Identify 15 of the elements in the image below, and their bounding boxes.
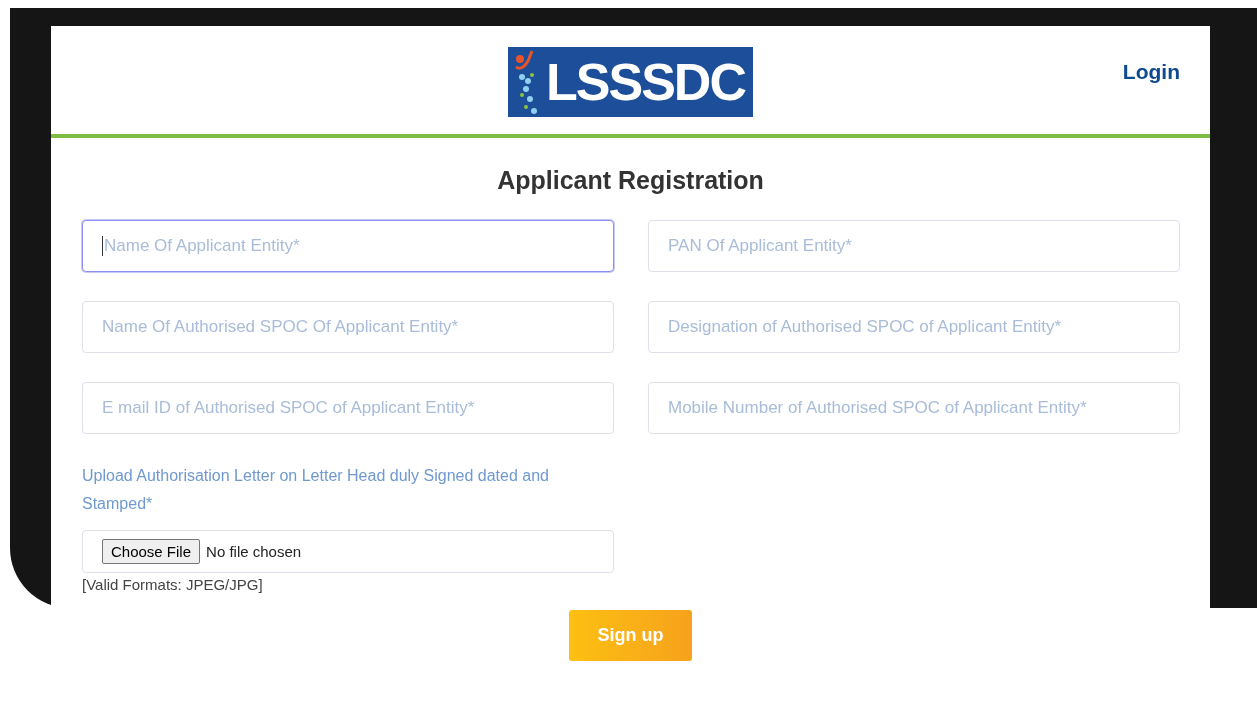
choose-file-button[interactable]: Choose File: [102, 539, 201, 564]
form-title: Applicant Registration: [496, 166, 765, 195]
input-field[interactable]: Designation of Authorised SPOC of Applicant Entity*: [648, 301, 1180, 353]
file-status: No file chosen: [206, 543, 302, 560]
login-link[interactable]: Login: [1122, 60, 1180, 84]
input-field[interactable]: PAN Of Applicant Entity*: [648, 220, 1180, 272]
input-field[interactable]: E mail ID of Authorised SPOC of Applicant Entity*: [82, 382, 614, 434]
sign-up-button[interactable]: Sign up: [569, 610, 692, 661]
input-field[interactable]: Mobile Number of Authorised SPOC of Applicant Entity*: [648, 382, 1180, 434]
format-hint: [Valid Formats: JPEG/JPG]: [82, 576, 264, 593]
upload-label: Upload Authorisation Letter on Letter Head duly Signed dated and Stamped*: [82, 466, 550, 514]
input-field[interactable]: Name Of Applicant Entity*: [82, 220, 614, 272]
logo: LSSSDC: [508, 47, 753, 117]
input-field[interactable]: Name Of Authorised SPOC Of Applicant Entity*: [82, 301, 614, 353]
file-input[interactable]: Choose File No file chosen: [82, 530, 614, 573]
